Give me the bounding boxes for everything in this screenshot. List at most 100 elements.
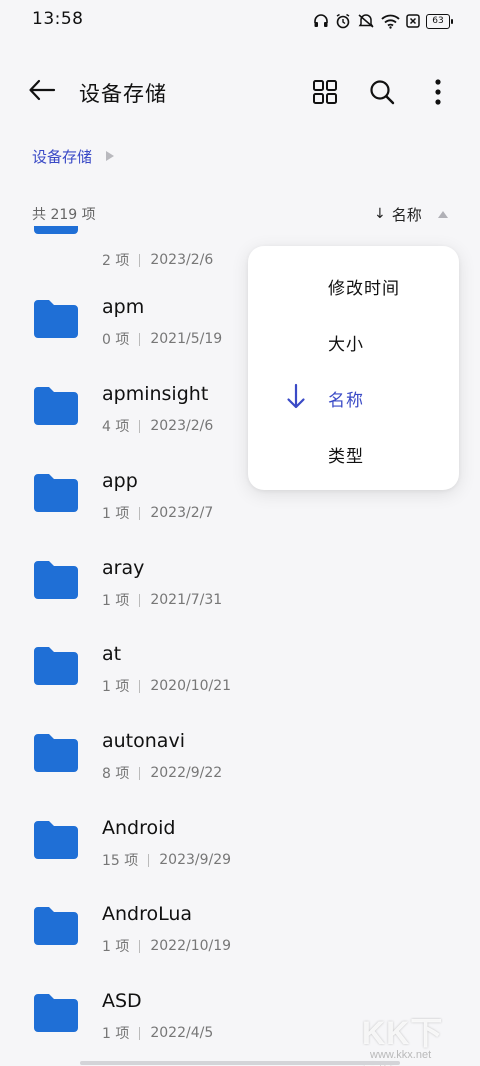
file-row[interactable]: autonavi 8 项 2022/9/22 <box>0 702 480 789</box>
file-meta: 2 项 2023/2/6 <box>102 250 213 270</box>
file-item-count: 1 项 <box>102 506 130 522</box>
sort-label: 名称 <box>391 205 422 224</box>
folder-icon <box>32 559 80 601</box>
file-meta: 1 项 2021/7/31 <box>102 590 222 610</box>
file-item-count: 1 项 <box>102 1026 130 1042</box>
more-vertical-icon <box>424 79 452 110</box>
meta-divider <box>139 332 141 346</box>
file-name: autonavi <box>102 730 185 752</box>
sort-descending-icon <box>286 383 306 411</box>
file-name: Android <box>102 817 176 839</box>
back-button[interactable] <box>26 78 58 106</box>
folder-icon <box>32 226 80 236</box>
item-count: 共 219 项 <box>32 207 96 223</box>
file-item-count: 1 项 <box>102 679 130 695</box>
meta-divider <box>139 506 141 520</box>
search-button[interactable] <box>368 78 396 106</box>
file-meta: 0 项 2021/5/19 <box>102 329 222 349</box>
meta-divider <box>148 853 150 867</box>
folder-icon <box>32 385 80 427</box>
sort-option-label: 名称 <box>328 391 364 411</box>
file-name: aray <box>102 557 145 579</box>
file-row[interactable]: at 1 项 2020/10/21 <box>0 615 480 702</box>
alarm-icon <box>335 13 351 29</box>
file-name: at <box>102 643 122 665</box>
folder-icon <box>32 645 80 687</box>
file-meta: 1 项 2020/10/21 <box>102 676 231 696</box>
file-date: 2023/9/29 <box>159 852 232 868</box>
mute-icon <box>357 13 375 29</box>
folder-icon <box>32 992 80 1034</box>
watermark-url: www.kkx.net <box>370 1049 432 1061</box>
file-name: ASD <box>102 990 142 1012</box>
sort-control[interactable]: ↓ 名称 <box>374 203 448 225</box>
home-indicator[interactable] <box>80 1061 400 1065</box>
meta-divider <box>139 679 141 693</box>
meta-divider <box>139 1026 141 1040</box>
file-manager-screen: 13:58 63 设备存储 设备存储 共 219 项 ↓ 名称 2 项 2023… <box>0 0 480 1066</box>
status-bar: 13:58 63 <box>0 0 480 40</box>
file-item-count: 1 项 <box>102 593 130 609</box>
folder-icon <box>32 298 80 340</box>
meta-divider <box>139 253 141 267</box>
breadcrumb: 设备存储 <box>32 144 115 168</box>
wifi-icon <box>381 14 400 29</box>
folder-icon <box>32 732 80 774</box>
file-name: apm <box>102 296 145 318</box>
sort-option-name[interactable]: 名称 <box>248 369 459 425</box>
headphones-icon <box>313 13 329 29</box>
breadcrumb-arrow-icon <box>106 151 115 161</box>
file-item-count: 2 项 <box>102 253 130 269</box>
sort-option-label: 大小 <box>328 335 364 355</box>
back-arrow-icon <box>28 79 56 105</box>
more-options-button[interactable] <box>424 78 452 106</box>
folder-icon <box>32 819 80 861</box>
grid-view-button[interactable] <box>311 78 339 106</box>
no-sim-icon <box>406 14 420 28</box>
file-date: 2023/2/6 <box>150 418 214 434</box>
file-row[interactable]: Android 15 项 2023/9/29 <box>0 789 480 876</box>
file-meta: 4 项 2023/2/6 <box>102 416 213 436</box>
sort-direction-icon: ↓ <box>374 206 386 222</box>
sort-menu: 修改时间 大小 名称 类型 <box>248 246 459 490</box>
folder-icon <box>32 905 80 947</box>
sort-option-size[interactable]: 大小 <box>248 313 459 369</box>
sort-option-label: 类型 <box>328 447 364 467</box>
folder-icon <box>32 472 80 514</box>
file-date: 2022/10/19 <box>150 938 232 954</box>
app-bar: 设备存储 <box>0 60 480 124</box>
file-meta: 1 项 2022/4/5 <box>102 1023 213 1043</box>
watermark: KK下载 www.kkx.net <box>362 1008 474 1066</box>
grid-view-icon <box>311 80 339 110</box>
file-item-count: 1 项 <box>102 939 130 955</box>
file-meta: 1 项 2022/10/19 <box>102 936 231 956</box>
file-date: 2021/5/19 <box>150 331 223 347</box>
meta-divider <box>139 939 141 953</box>
search-icon <box>368 80 396 110</box>
file-date: 2021/7/31 <box>150 592 223 608</box>
file-date: 2022/9/22 <box>150 765 223 781</box>
file-name: AndroLua <box>102 903 193 925</box>
page-title: 设备存储 <box>79 82 167 106</box>
file-date: 2023/2/6 <box>150 252 214 268</box>
sort-option-type[interactable]: 类型 <box>248 425 459 481</box>
file-meta: 1 项 2023/2/7 <box>102 503 213 523</box>
file-meta: 15 项 2023/9/29 <box>102 850 231 870</box>
file-name: app <box>102 470 138 492</box>
file-row[interactable]: AndroLua 1 项 2022/10/19 <box>0 875 480 962</box>
file-date: 2020/10/21 <box>150 678 232 694</box>
sort-option-modified-time[interactable]: 修改时间 <box>248 257 459 313</box>
file-date: 2023/2/7 <box>150 505 214 521</box>
meta-divider <box>139 419 141 433</box>
file-meta: 8 项 2022/9/22 <box>102 763 222 783</box>
file-item-count: 4 项 <box>102 419 130 435</box>
status-icons: 63 <box>313 10 453 32</box>
file-item-count: 15 项 <box>102 853 139 869</box>
meta-divider <box>139 766 141 780</box>
breadcrumb-item-device-storage[interactable]: 设备存储 <box>32 146 92 167</box>
file-item-count: 8 项 <box>102 766 130 782</box>
meta-divider <box>139 593 141 607</box>
sort-option-label: 修改时间 <box>328 279 400 299</box>
file-item-count: 0 项 <box>102 332 130 348</box>
file-row[interactable]: aray 1 项 2021/7/31 <box>0 529 480 616</box>
